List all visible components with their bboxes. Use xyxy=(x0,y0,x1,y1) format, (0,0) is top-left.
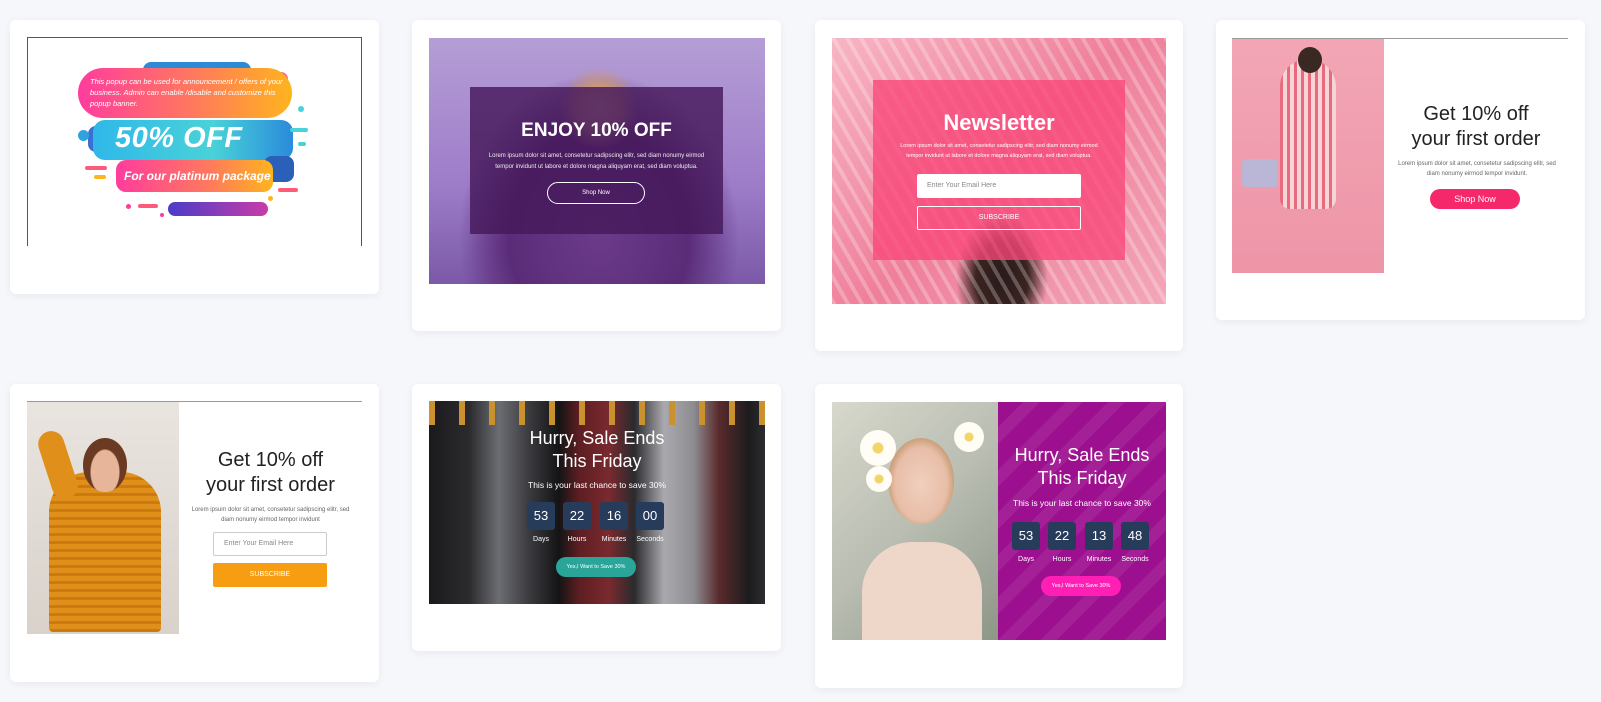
email-field[interactable]: Enter Your Email Here xyxy=(917,174,1081,198)
decor-dash xyxy=(298,142,306,146)
model-photo xyxy=(27,402,179,634)
countdown-hours: 22 xyxy=(1048,522,1076,550)
countdown-days-label: Days xyxy=(533,536,549,543)
decor-dot xyxy=(160,213,164,217)
flower-icon xyxy=(954,422,984,452)
countdown-seconds: 48 xyxy=(1121,522,1149,550)
sale-title-line1: Hurry, Sale Ends xyxy=(1014,445,1150,465)
countdown-days: 53 xyxy=(527,502,555,530)
countdown-seconds-label: Seconds xyxy=(1121,556,1149,563)
countdown-minutes: 16 xyxy=(600,502,628,530)
countdown-minutes-label: Minutes xyxy=(1086,556,1112,563)
decor-dash xyxy=(85,166,107,170)
decor-dash xyxy=(278,188,298,192)
email-field[interactable]: Enter Your Email Here xyxy=(213,532,327,556)
offer-title-line1: Get 10% off xyxy=(1423,103,1529,125)
model-photo xyxy=(1232,39,1384,273)
discount-headline: 50% OFF xyxy=(115,122,243,154)
shop-now-button[interactable]: Shop Now xyxy=(547,182,645,204)
flower-icon xyxy=(866,466,892,492)
hangers xyxy=(429,401,765,425)
offer-text: Lorem ipsum dolor sit amet, consetetur s… xyxy=(1398,161,1556,177)
newsletter-text: Lorem ipsum dolor sit amet, consetetur s… xyxy=(900,143,1098,159)
stripe-overlay xyxy=(998,402,1166,640)
decor-dash xyxy=(290,128,308,132)
flower-icon xyxy=(860,430,896,466)
countdown-days: 53 xyxy=(1012,522,1040,550)
decor-dot xyxy=(78,130,89,141)
sale-title-line2: This Friday xyxy=(552,451,642,471)
template-preview-announcement: This popup can be used for announcement … xyxy=(27,37,362,246)
shop-now-button[interactable]: Shop Now xyxy=(1430,189,1520,209)
offer-title-line1: Get 10% off xyxy=(217,449,324,471)
sale-subtitle: This is your last chance to save 30% xyxy=(1013,498,1151,508)
decor-shape xyxy=(168,202,268,216)
template-preview-countdown-dark: Hurry, Sale Ends This Friday This is you… xyxy=(429,401,765,604)
handbag xyxy=(1242,159,1278,187)
announcement-text: This popup can be used for announcement … xyxy=(90,77,283,108)
announcement-bubble: This popup can be used for announcement … xyxy=(78,68,292,118)
newsletter-overlay: Newsletter Lorem ipsum dolor sit amet, c… xyxy=(873,80,1125,260)
countdown-hours-label: Hours xyxy=(567,536,587,543)
template-card-2[interactable]: ENJOY 10% OFF Lorem ipsum dolor sit amet… xyxy=(412,20,781,331)
countdown-seconds: 00 xyxy=(636,502,664,530)
decor-dash xyxy=(94,175,106,179)
subscribe-button[interactable]: SUBSCRIBE xyxy=(917,206,1081,230)
offer-overlay: ENJOY 10% OFF Lorem ipsum dolor sit amet… xyxy=(470,87,723,234)
headline-banner: 50% OFF xyxy=(93,120,293,160)
countdown-hours: 22 xyxy=(563,502,591,530)
offer-title-line2: your first order xyxy=(206,474,335,496)
sale-subtitle: This is your last chance to save 30% xyxy=(528,480,666,490)
model-figure xyxy=(1280,59,1336,209)
countdown-hours-label: Hours xyxy=(1052,556,1072,563)
template-card-3[interactable]: Newsletter Lorem ipsum dolor sit amet, c… xyxy=(815,20,1183,351)
subscribe-button[interactable]: SUBSCRIBE xyxy=(213,563,327,587)
offer-title-line2: your first order xyxy=(1411,128,1541,150)
newsletter-title: Newsletter xyxy=(943,110,1055,135)
sale-title-line1: Hurry, Sale Ends xyxy=(529,428,665,448)
offer-text: Lorem ipsum dolor sit amet, consetetur s… xyxy=(191,507,350,523)
model-with-flowers-photo xyxy=(832,402,998,640)
template-card-6[interactable]: Hurry, Sale Ends This Friday This is you… xyxy=(412,384,781,651)
model-head xyxy=(888,438,954,524)
template-card-5[interactable]: Get 10% off your first order Lorem ipsum… xyxy=(10,384,379,682)
offer-text: Lorem ipsum dolor sit amet, consetetur s… xyxy=(488,153,705,170)
decor-dot xyxy=(268,196,273,201)
template-preview-first-order-subscribe: Get 10% off your first order Lorem ipsum… xyxy=(27,401,362,634)
countdown-days-label: Days xyxy=(1018,556,1034,563)
sale-title-line2: This Friday xyxy=(1037,468,1127,488)
decor-dash xyxy=(138,204,158,208)
subline-banner: For our platinum package xyxy=(116,160,273,192)
template-preview-countdown-magenta: Hurry, Sale Ends This Friday This is you… xyxy=(832,402,1166,640)
countdown-minutes-label: Minutes xyxy=(601,536,627,543)
model-arm xyxy=(34,427,82,503)
template-preview-newsletter: Newsletter Lorem ipsum dolor sit amet, c… xyxy=(832,38,1166,304)
model-head xyxy=(83,438,127,492)
template-card-4[interactable]: Get 10% off your first order Lorem ipsum… xyxy=(1216,20,1585,320)
decor-dot xyxy=(126,204,131,209)
decor-dot xyxy=(298,106,304,112)
template-preview-first-order-shop: Get 10% off your first order Lorem ipsum… xyxy=(1232,38,1568,273)
template-card-7[interactable]: Hurry, Sale Ends This Friday This is you… xyxy=(815,384,1183,688)
offer-title: ENJOY 10% OFF xyxy=(521,120,672,141)
save-30-button[interactable]: Yes,I Want to Save 30% xyxy=(1041,576,1121,596)
model-head xyxy=(1298,47,1322,73)
discount-subline: For our platinum package xyxy=(124,169,271,183)
model-shoulders xyxy=(862,542,982,640)
countdown-seconds-label: Seconds xyxy=(636,536,664,543)
template-preview-enjoy-offer: ENJOY 10% OFF Lorem ipsum dolor sit amet… xyxy=(429,38,765,284)
template-card-1[interactable]: This popup can be used for announcement … xyxy=(10,20,379,294)
save-30-button[interactable]: Yes,I Want to Save 30% xyxy=(556,557,636,577)
countdown-minutes: 13 xyxy=(1085,522,1113,550)
